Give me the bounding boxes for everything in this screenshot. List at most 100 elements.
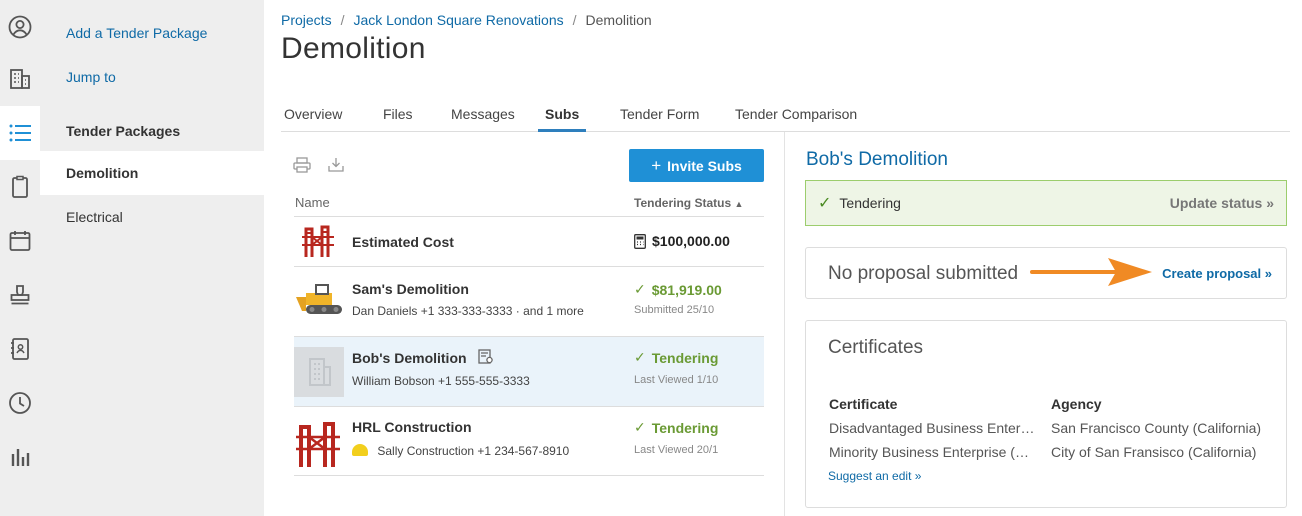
breadcrumb-separator: /	[340, 12, 345, 28]
check-icon: ✓	[818, 195, 832, 212]
hard-hat-icon	[352, 444, 368, 456]
row-divider	[294, 475, 764, 476]
invite-subs-label: Invite Subs	[667, 157, 742, 174]
rail-approvals[interactable]	[0, 268, 40, 322]
add-tender-package-link[interactable]: Add a Tender Package	[66, 25, 207, 41]
panel-divider	[784, 132, 785, 516]
row-status-value: $100,000.00	[652, 233, 730, 249]
golden-gate-logo	[302, 225, 334, 257]
sidebar-item-label: Electrical	[66, 209, 123, 225]
breadcrumb-project[interactable]: Jack London Square Renovations	[353, 12, 563, 28]
row-status: ✓ Tendering	[634, 349, 718, 366]
tab-overview[interactable]: Overview	[284, 106, 342, 132]
check-icon: ✓	[634, 349, 646, 365]
calculator-icon	[634, 233, 646, 249]
sidebar-item-demolition[interactable]: Demolition	[40, 151, 264, 195]
row-contact: William Bobson +1 555-555-3333	[352, 374, 530, 388]
rail-tasks[interactable]	[0, 160, 40, 214]
sidebar-item-label: Demolition	[66, 165, 139, 181]
sort-up-icon: ▲	[734, 199, 744, 209]
row-name: Bob's Demolition	[352, 349, 494, 366]
sidebar: Add a Tender Package Jump to Tender Pack…	[40, 0, 264, 516]
status-label: Tendering	[839, 195, 901, 211]
rail-tenders[interactable]	[0, 106, 40, 160]
calendar-icon	[9, 231, 31, 251]
tab-files[interactable]: Files	[383, 106, 413, 132]
breadcrumb: Projects / Jack London Square Renovation…	[281, 12, 652, 28]
table-row[interactable]: Bob's Demolition William Bobson +1 555-5…	[294, 337, 764, 406]
suggest-edit-link[interactable]: Suggest an edit »	[828, 469, 921, 483]
certificate-icon	[478, 349, 494, 364]
golden-gate-logo	[296, 422, 340, 467]
detail-title[interactable]: Bob's Demolition	[806, 149, 948, 171]
rail-projects[interactable]	[0, 52, 40, 106]
row-status-value: Tendering	[651, 419, 719, 436]
user-circle-icon	[8, 15, 32, 39]
breadcrumb-projects[interactable]: Projects	[281, 12, 332, 28]
row-substatus: Submitted 25/10	[634, 304, 715, 316]
column-header-status-label: Tendering Status	[634, 196, 732, 210]
address-book-icon	[11, 338, 29, 360]
clipboard-icon	[12, 175, 28, 198]
tab-subs[interactable]: Subs	[538, 106, 587, 132]
row-contact: Sally Construction +1 234-567-8910	[352, 444, 569, 458]
row-status: ✓ $81,919.00	[634, 281, 722, 298]
agency-column-header: Agency	[1051, 396, 1102, 412]
breadcrumb-current: Demolition	[585, 12, 652, 28]
row-contact-text: Sally Construction +1 234-567-8910	[377, 444, 570, 458]
column-header-name[interactable]: Name	[295, 195, 330, 210]
annotation-arrow-icon	[1030, 258, 1152, 286]
row-status: $100,000.00	[634, 233, 730, 249]
tab-bar: Overview Files Messages Subs Tender Form…	[281, 96, 1290, 132]
table-row[interactable]: Estimated Cost $100,000.00	[294, 217, 764, 266]
page-title: Demolition	[281, 32, 426, 65]
bar-chart-icon	[11, 449, 30, 466]
agency-cell: City of San Fransisco (California)	[1051, 444, 1257, 460]
building-placeholder-icon	[309, 358, 331, 386]
jump-to-link[interactable]: Jump to	[66, 69, 116, 85]
rail-reports[interactable]	[0, 430, 40, 484]
tab-tender-form[interactable]: Tender Form	[620, 106, 699, 132]
row-contact: Dan Daniels +1 333-333-3333 · and 1 more	[352, 304, 584, 318]
check-icon: ✓	[634, 281, 646, 297]
print-icon[interactable]	[293, 157, 311, 173]
invite-subs-button[interactable]: + Invite Subs	[629, 149, 764, 182]
plus-icon: +	[651, 156, 662, 175]
rail-profile[interactable]	[0, 0, 40, 54]
check-icon: ✓	[634, 419, 646, 435]
tab-tender-comparison[interactable]: Tender Comparison	[735, 106, 857, 132]
row-name: Estimated Cost	[352, 234, 454, 250]
bulldozer-logo	[296, 284, 342, 314]
row-status-value: $81,919.00	[651, 281, 722, 298]
stamp-icon	[10, 285, 30, 305]
update-status-link[interactable]: Update status »	[1170, 195, 1274, 211]
certificate-cell: Disadvantaged Business Enterprise	[829, 420, 1039, 436]
rail-directory[interactable]	[0, 322, 40, 376]
clock-icon	[9, 392, 31, 414]
list-icon	[9, 124, 31, 142]
row-status-value: Tendering	[651, 349, 719, 366]
create-proposal-link[interactable]: Create proposal »	[1162, 266, 1272, 281]
row-substatus: Last Viewed 20/1	[634, 444, 719, 456]
sidebar-item-electrical[interactable]: Electrical	[40, 195, 264, 239]
certificate-cell: Minority Business Enterprise (MBE)	[829, 444, 1039, 460]
rail-calendar[interactable]	[0, 214, 40, 268]
no-proposal-text: No proposal submitted	[828, 263, 1019, 284]
row-substatus: Last Viewed 1/10	[634, 374, 719, 386]
company-placeholder-avatar	[294, 347, 344, 397]
table-row[interactable]: HRL Construction Sally Construction +1 2…	[294, 407, 764, 476]
icon-rail	[0, 0, 40, 516]
row-name-text: Bob's Demolition	[352, 350, 467, 366]
table-row[interactable]: Sam's Demolition Dan Daniels +1 333-333-…	[294, 267, 764, 336]
breadcrumb-separator: /	[572, 12, 577, 28]
rail-history[interactable]	[0, 376, 40, 430]
row-name: Sam's Demolition	[352, 281, 469, 297]
download-icon[interactable]	[327, 157, 345, 173]
column-header-status[interactable]: Tendering Status ▲	[634, 196, 743, 210]
certificates-card: Certificates Certificate Agency Disadvan…	[805, 320, 1287, 508]
tender-packages-heading: Tender Packages	[66, 123, 181, 139]
agency-cell: San Francisco County (California)	[1051, 420, 1262, 436]
building-icon	[10, 69, 30, 89]
tab-messages[interactable]: Messages	[451, 106, 515, 132]
row-status: ✓ Tendering	[634, 419, 718, 436]
